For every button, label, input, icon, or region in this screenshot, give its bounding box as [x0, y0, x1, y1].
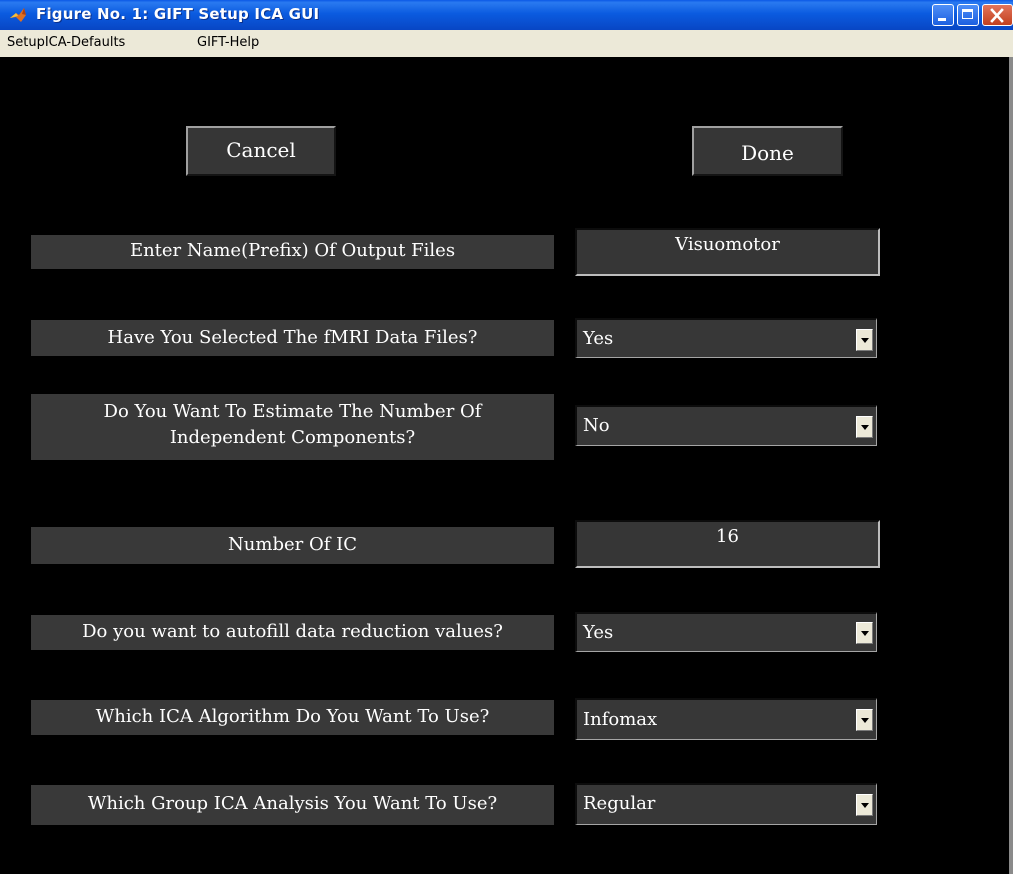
estimate-components-label: Do You Want To Estimate The Number Of In…	[31, 394, 554, 460]
algorithm-value: Infomax	[583, 709, 658, 730]
autofill-value: Yes	[583, 622, 614, 643]
maximize-icon	[962, 9, 973, 19]
fmri-selected-label: Have You Selected The fMRI Data Files?	[31, 320, 554, 356]
close-icon	[990, 8, 1004, 23]
title-bar[interactable]: Figure No. 1: GIFT Setup ICA GUI	[0, 0, 1013, 30]
window-border	[1009, 57, 1013, 874]
close-button[interactable]	[982, 4, 1013, 26]
minimize-button[interactable]	[932, 4, 954, 26]
estimate-components-label-line1: Do You Want To Estimate The Number Of	[103, 401, 482, 422]
minimize-icon	[938, 18, 946, 21]
chevron-down-icon[interactable]	[856, 794, 873, 816]
estimate-components-label-line2: Independent Components?	[169, 427, 416, 448]
group-analysis-value: Regular	[583, 793, 656, 814]
autofill-dropdown[interactable]: Yes	[575, 612, 877, 652]
chevron-down-icon[interactable]	[856, 622, 873, 644]
menu-setupica-defaults[interactable]: SetupICA-Defaults	[7, 35, 125, 50]
number-of-ic-label: Number Of IC	[31, 527, 554, 564]
window-title: Figure No. 1: GIFT Setup ICA GUI	[36, 5, 320, 23]
cancel-button[interactable]: Cancel	[186, 126, 336, 176]
algorithm-label: Which ICA Algorithm Do You Want To Use?	[31, 700, 554, 735]
fmri-selected-value: Yes	[583, 328, 614, 349]
done-button[interactable]: Done	[692, 126, 843, 176]
menu-gift-help[interactable]: GIFT-Help	[197, 35, 259, 50]
output-prefix-input[interactable]: Visuomotor	[575, 228, 880, 276]
estimate-components-dropdown[interactable]: No	[575, 405, 877, 446]
output-prefix-label: Enter Name(Prefix) Of Output Files	[31, 235, 554, 269]
estimate-components-value: No	[583, 415, 610, 436]
number-of-ic-input[interactable]: 16	[575, 520, 880, 568]
group-analysis-label: Which Group ICA Analysis You Want To Use…	[31, 785, 554, 825]
fmri-selected-dropdown[interactable]: Yes	[575, 318, 877, 358]
chevron-down-icon[interactable]	[856, 416, 873, 438]
maximize-button[interactable]	[957, 4, 979, 26]
group-analysis-dropdown[interactable]: Regular	[575, 783, 877, 825]
chevron-down-icon[interactable]	[856, 329, 873, 351]
menu-bar: SetupICA-Defaults GIFT-Help	[0, 30, 1013, 57]
autofill-label: Do you want to autofill data reduction v…	[31, 615, 554, 650]
chevron-down-icon[interactable]	[856, 709, 873, 731]
matlab-logo-icon	[9, 6, 27, 24]
algorithm-dropdown[interactable]: Infomax	[575, 698, 877, 740]
